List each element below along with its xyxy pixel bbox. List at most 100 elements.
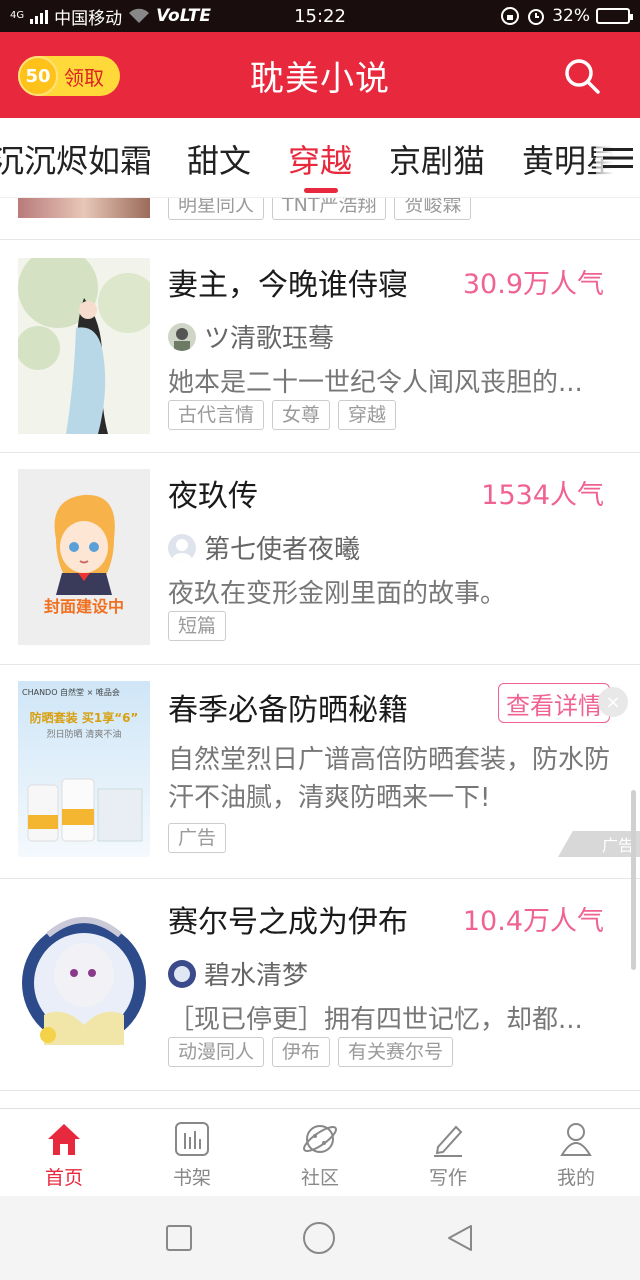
book-description: ［现已停更］拥有四世记忆，却都... [168, 1005, 583, 1035]
nav-label: 首页 [44, 1167, 83, 1189]
nav-write[interactable]: 写作 [384, 1109, 512, 1196]
book-description: 她本是二十一世纪令人闻风丧胆的... [168, 368, 583, 398]
ad-image-sub: 烈日防晒 清爽不油 [46, 730, 122, 740]
popularity: 1534人气 [481, 480, 604, 511]
tag: 明星同人 [168, 198, 265, 220]
ad-image: CHANDO 自然堂 × 唯品会 防晒套装 买1享“6” 烈日防晒 清爽不油 [18, 681, 150, 857]
author-avatar [168, 959, 196, 988]
popularity: 30.9万人气 [462, 269, 604, 300]
bottom-nav: 首页 书架 社区 写作 我的 [0, 1108, 640, 1196]
wifi-icon [129, 8, 150, 23]
list-item[interactable]: 妻主，今晚谁侍寝 30.9万人气 ツ清歌珏蓦 她本是二十一世纪令人闻风丧胆的..… [0, 240, 640, 453]
home-icon [48, 1124, 80, 1155]
system-nav-bar [0, 1196, 640, 1280]
tag-list: 短篇 [168, 611, 234, 641]
category-tabs: 沉沉烬如霜 甜文 穿越 京剧猫 黄明星 [0, 118, 640, 198]
ad-item[interactable]: CHANDO 自然堂 × 唯品会 防晒套装 买1享“6” 烈日防晒 清爽不油 春… [0, 665, 640, 879]
tab-category-0[interactable]: 沉沉烬如霜 [0, 136, 152, 182]
battery-icon [596, 8, 633, 24]
active-tab-indicator [304, 188, 338, 193]
ad-title: 春季必备防晒秘籍 [168, 693, 408, 728]
app-header: 50 领取 耽美小说 [0, 32, 640, 118]
view-details-button[interactable]: 查看详情 [498, 683, 610, 723]
signal-icon [30, 8, 49, 24]
tag: 穿越 [338, 400, 397, 430]
claim-label: 领取 [64, 65, 104, 90]
tag-list: 动漫同人 伊布 有关赛尔号 [168, 1037, 461, 1067]
nav-label: 书架 [172, 1167, 211, 1189]
book-cover [18, 258, 150, 434]
author-avatar [168, 322, 196, 351]
tag: 动漫同人 [168, 1037, 265, 1067]
tab-category-3[interactable]: 京剧猫 [389, 136, 485, 182]
list-item[interactable]: 明星同人 TNT严浩翔 贺峻霖 [0, 198, 640, 240]
menu-icon [603, 148, 633, 168]
book-title: 妻主，今晚谁侍寝 [168, 268, 408, 303]
carrier-name: 中国移动 [54, 8, 123, 29]
author: ツ清歌珏蓦 [168, 318, 334, 355]
book-cover [18, 895, 150, 1071]
scrollbar[interactable] [631, 790, 636, 970]
book-description: 夜玖在变形金刚里面的故事。 [168, 579, 507, 609]
tag-list: 古代言情 女尊 穿越 [168, 400, 404, 430]
ad-image-promo: 防晒套装 买1享“6” [29, 711, 139, 725]
book-list: 明星同人 TNT严浩翔 贺峻霖 妻主，今晚谁侍寝 30.9万人气 ツ清歌珏蓦 她本是… [0, 198, 640, 1108]
tag: TNT严浩翔 [272, 198, 387, 220]
page-title: 耽美小说 [250, 58, 390, 99]
tag-list: 明星同人 TNT严浩翔 贺峻霖 [168, 198, 479, 220]
author-name: 碧水清梦 [204, 961, 309, 991]
ad-tag: 广告 [168, 823, 227, 853]
profile-icon [560, 1123, 592, 1156]
cover-placeholder-text: 封面建设中 [43, 597, 124, 616]
home-button-icon[interactable] [302, 1221, 336, 1255]
back-icon[interactable] [445, 1223, 475, 1253]
tag: 贺峻霖 [394, 198, 472, 220]
ad-description: 自然堂烈日广谱高倍防晒套装，防水防汗不油腻，清爽防晒来一下! [168, 745, 611, 813]
nav-label: 社区 [300, 1167, 339, 1189]
nav-label: 写作 [428, 1167, 467, 1189]
author: 碧水清梦 [168, 955, 308, 992]
alarm-icon [528, 9, 545, 25]
tabs-menu-button[interactable] [596, 118, 640, 197]
bookshelf-icon [175, 1122, 209, 1156]
tag: 短篇 [168, 611, 227, 641]
author-avatar [168, 533, 196, 562]
book-title: 夜玖传 [168, 479, 258, 514]
tag: 女尊 [272, 400, 331, 430]
list-item[interactable]: 封面建设中 夜玖传 1534人气 第七使者夜曦 夜玖在变形金刚里面的故事。 短篇 [0, 453, 640, 665]
popularity: 10.4万人气 [462, 906, 604, 937]
ad-image-brand: CHANDO 自然堂 × 唯品会 [22, 688, 120, 697]
list-item[interactable]: 赛尔号之成为伊布 10.4万人气 碧水清梦 ［现已停更］拥有四世记忆，却都...… [0, 879, 640, 1091]
tag: 伊布 [272, 1037, 331, 1067]
nav-bookshelf[interactable]: 书架 [128, 1109, 256, 1196]
volte-label: VoLTE [156, 6, 211, 26]
nav-home[interactable]: 首页 [0, 1109, 128, 1196]
recents-icon[interactable] [165, 1224, 193, 1252]
ad-badge: 广告 [558, 831, 640, 857]
book-cover [18, 198, 150, 218]
status-bar: 4G 中国移动 VoLTE 15:22 32% [0, 0, 640, 32]
ad-badge-label: 广告 [601, 836, 634, 855]
author-name: ツ清歌珏蓦 [204, 324, 335, 354]
book-title: 赛尔号之成为伊布 [168, 905, 408, 940]
search-icon[interactable] [562, 56, 602, 96]
nav-profile[interactable]: 我的 [512, 1109, 640, 1196]
close-ad-button[interactable]: × [598, 687, 628, 717]
tab-category-2[interactable]: 穿越 [288, 136, 352, 182]
book-cover: 封面建设中 [18, 469, 150, 645]
pen-icon [434, 1125, 463, 1157]
tag: 有关赛尔号 [338, 1037, 454, 1067]
author: 第七使者夜曦 [168, 529, 360, 566]
network-type: 4G [10, 10, 25, 21]
battery-percent: 32% [552, 6, 590, 26]
rotation-lock-icon [501, 7, 520, 25]
author-name: 第七使者夜曦 [204, 535, 361, 565]
tab-category-1[interactable]: 甜文 [187, 136, 251, 182]
nav-label: 我的 [556, 1167, 595, 1189]
coin-icon: 50 [18, 56, 58, 96]
claim-coins-button[interactable]: 50 领取 [18, 56, 120, 96]
planet-icon [303, 1125, 337, 1153]
nav-community[interactable]: 社区 [256, 1109, 384, 1196]
tag: 古代言情 [168, 400, 265, 430]
tag-list: 广告 [168, 823, 234, 853]
